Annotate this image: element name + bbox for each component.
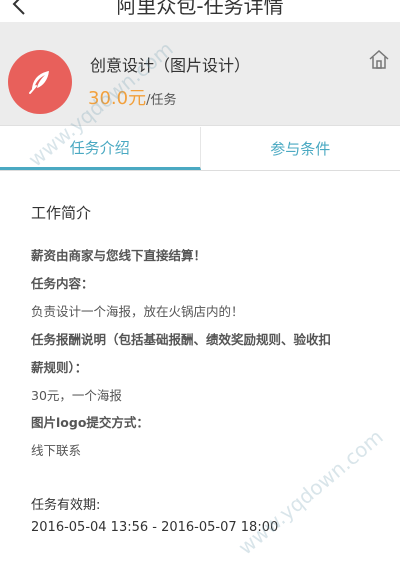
section-title: 工作简介 <box>31 204 92 222</box>
task-title: 创意设计（图片设计） <box>90 56 251 75</box>
content-line: 任务内容： <box>31 276 94 291</box>
price-unit: /任务 <box>146 93 177 108</box>
expiry-value: 2016-05-04 13:56 - 2016-05-07 18:00 <box>31 520 279 535</box>
content-line: 薪规则）： <box>31 360 88 375</box>
tab-participation-conditions[interactable]: 参与条件 <box>201 127 400 170</box>
task-header: 创意设计（图片设计） 30.0元/任务 <box>0 22 400 126</box>
page-title: 阿里众包-任务详情 <box>116 0 284 18</box>
content-line: 30元，一个海报 <box>31 388 122 403</box>
task-content: 工作简介 薪资由商家与您线下直接结算！ 任务内容： 负责设计一个海报，放在火锅店… <box>0 172 400 575</box>
content-line: 线下联系 <box>31 443 82 458</box>
task-avatar <box>8 50 72 114</box>
price-row: 30.0元/任务 <box>88 84 176 110</box>
expiry-label: 任务有效期: <box>31 498 101 513</box>
content-line: 薪资由商家与您线下直接结算！ <box>31 248 207 263</box>
feather-icon <box>29 71 49 94</box>
tab-bar: 任务介绍 参与条件 <box>0 127 400 171</box>
home-icon[interactable] <box>368 48 390 70</box>
tab-task-intro[interactable]: 任务介绍 <box>0 127 201 170</box>
top-bar: 阿里众包-任务详情 <box>0 0 400 20</box>
task-price: 30.0元 <box>88 88 147 109</box>
content-line: 图片logo提交方式： <box>31 415 149 430</box>
content-line: 负责设计一个海报，放在火锅店内的！ <box>31 304 244 319</box>
content-line: 任务报酬说明（包括基础报酬、绩效奖励规则、验收扣 <box>31 332 332 347</box>
